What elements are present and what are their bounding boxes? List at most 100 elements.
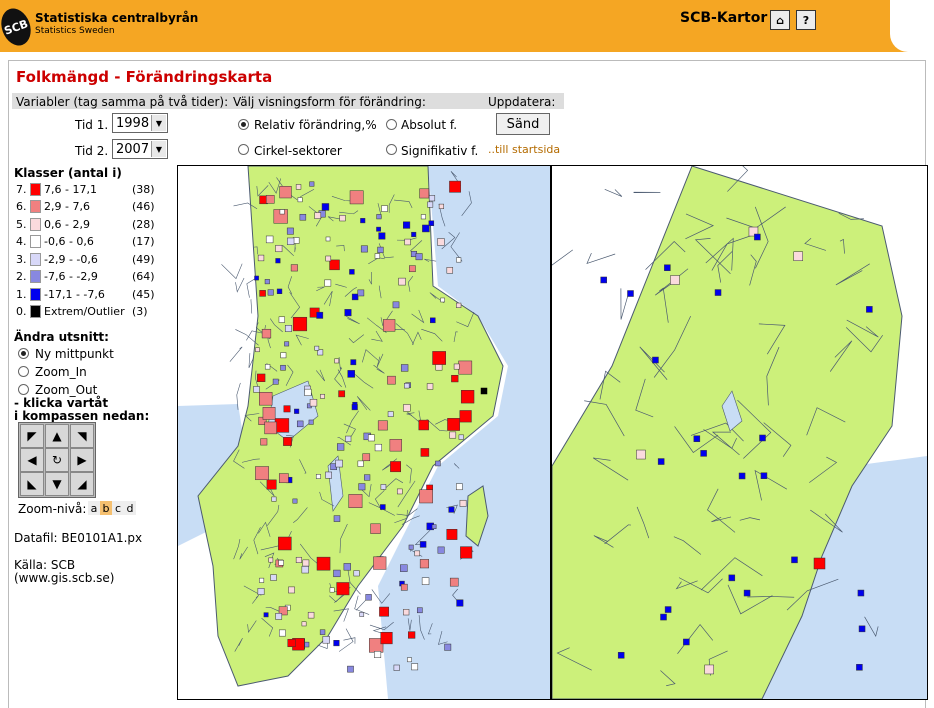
arrow-se-icon[interactable]: ◢: [70, 472, 94, 496]
municipality-marker: [420, 189, 429, 198]
zoom-level-b[interactable]: b: [100, 501, 112, 515]
zoom-level-a[interactable]: a: [88, 501, 100, 515]
municipality-marker: [394, 665, 400, 671]
municipality-marker: [460, 410, 472, 422]
municipality-marker: [454, 364, 459, 369]
municipality-marker: [814, 558, 825, 569]
arrow-ne-icon[interactable]: ◥: [70, 424, 94, 448]
arrow-up-icon[interactable]: ▲: [45, 424, 69, 448]
legend-range: 7,6 - 17,1: [44, 183, 132, 196]
radio-circle[interactable]: [238, 144, 249, 155]
municipality-marker: [298, 198, 302, 202]
municipality-marker: [279, 560, 284, 565]
home-icon[interactable]: ⌂: [770, 10, 790, 30]
legend-row: 3.-2,9 - -0,6(49): [16, 251, 155, 267]
tid1-select[interactable]: 1998▼: [112, 113, 168, 133]
municipality-marker: [360, 612, 364, 616]
radio-absolute[interactable]: [386, 119, 397, 130]
radio-significant[interactable]: [386, 144, 397, 155]
municipality-marker: [293, 499, 297, 503]
municipality-marker: [438, 239, 445, 246]
municipality-marker: [344, 563, 351, 570]
municipality-marker: [320, 630, 325, 635]
municipality-marker: [459, 435, 464, 440]
municipality-marker: [377, 214, 382, 219]
municipality-border: [230, 347, 242, 362]
municipality-marker: [273, 379, 278, 384]
municipality-marker: [627, 291, 633, 297]
overview-map-canvas[interactable]: [178, 166, 550, 699]
tid1-label: Tid 1.: [75, 118, 108, 132]
start-page-link[interactable]: ..till startsida: [488, 143, 560, 156]
arrow-nw-icon[interactable]: ◤: [20, 424, 44, 448]
arrow-left-icon[interactable]: ◀: [20, 448, 44, 472]
org-name: Statistiska centralbyrån: [35, 12, 198, 25]
municipality-border: [343, 638, 355, 644]
municipality-marker: [670, 276, 679, 285]
municipality-marker: [416, 253, 422, 259]
help-icon[interactable]: ?: [796, 10, 816, 30]
municipality-marker: [664, 265, 670, 271]
municipality-marker: [858, 590, 864, 596]
municipality-marker: [337, 444, 344, 451]
municipality-marker: [683, 639, 689, 645]
radio-zoom-in[interactable]: [18, 366, 29, 377]
detail-map-canvas[interactable]: [552, 166, 927, 699]
municipality-marker: [380, 505, 385, 510]
legend-range: 2,9 - 7,6: [44, 200, 132, 213]
municipality-marker: [258, 588, 264, 594]
municipality-marker: [284, 342, 288, 346]
zoom-level-c[interactable]: c: [112, 501, 124, 515]
municipality-marker: [791, 557, 797, 563]
municipality-marker: [296, 557, 301, 562]
municipality-marker: [359, 484, 365, 490]
legend-count: (17): [132, 235, 155, 248]
chevron-down-icon[interactable]: ▼: [151, 141, 166, 157]
legend-range: 0,6 - 2,9: [44, 218, 132, 231]
send-button[interactable]: Sänd: [496, 113, 550, 135]
municipality-marker: [388, 411, 393, 416]
overview-map[interactable]: [177, 165, 551, 700]
municipality-marker: [420, 559, 429, 568]
arrow-down-icon[interactable]: ▼: [45, 472, 69, 496]
radio-relative[interactable]: [238, 119, 249, 130]
detail-map[interactable]: [551, 165, 928, 700]
legend-count: (64): [132, 270, 155, 283]
municipality-marker: [300, 214, 306, 220]
radio-new-center[interactable]: [18, 348, 29, 359]
arrow-right-icon[interactable]: ▶: [70, 448, 94, 472]
municipality-marker: [409, 266, 415, 272]
municipality-border: [221, 264, 242, 279]
zoom-level-d[interactable]: d: [124, 501, 136, 515]
municipality-marker: [320, 394, 324, 398]
legend-row: 2.-7,6 - -2,9(64): [16, 269, 155, 285]
legend-row: 6.2,9 - 7,6(46): [16, 199, 155, 215]
municipality-marker: [350, 191, 363, 204]
municipality-marker: [379, 233, 385, 239]
municipality-marker: [754, 234, 760, 240]
chevron-down-icon[interactable]: ▼: [151, 115, 166, 131]
municipality-marker: [661, 614, 667, 620]
header-bar: [0, 0, 934, 52]
municipality-marker: [451, 375, 458, 382]
radio-zoom-out[interactable]: [18, 384, 29, 395]
arrow-sw-icon[interactable]: ◣: [20, 472, 44, 496]
municipality-marker: [636, 450, 645, 459]
legend-swatch: [30, 218, 41, 231]
org-subtitle: Statistics Sweden: [35, 26, 115, 36]
municipality-border: [587, 253, 615, 263]
refresh-icon[interactable]: ↻: [45, 448, 69, 472]
municipality-marker: [457, 600, 464, 607]
municipality-marker: [456, 484, 462, 490]
municipality-marker: [264, 613, 268, 617]
municipality-marker: [265, 279, 270, 284]
municipality-marker: [441, 298, 445, 302]
radio-zoom-out-label: Zoom_Out: [35, 383, 97, 397]
tid2-select[interactable]: 2007▼: [112, 139, 168, 159]
municipality-marker: [352, 294, 358, 300]
municipality-marker: [701, 450, 707, 456]
radio-circle-label: Cirkel-sektorer: [254, 144, 342, 158]
municipality-marker: [302, 622, 306, 626]
municipality-marker: [280, 210, 285, 215]
municipality-marker: [271, 575, 277, 581]
